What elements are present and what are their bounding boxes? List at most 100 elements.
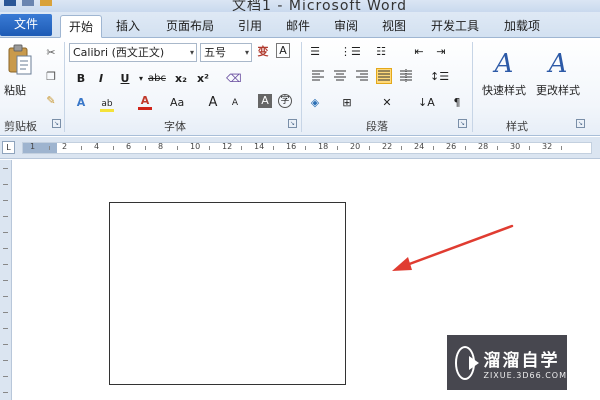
line-spacing-icon[interactable]: ↕☰ [430, 68, 449, 86]
increase-indent-icon[interactable]: ⇥ [434, 43, 448, 61]
styles-launcher-icon[interactable]: ↘ [576, 119, 585, 128]
decrease-indent-icon[interactable]: ⇤ [412, 43, 426, 61]
quick-styles-button[interactable]: A 快速样式 [476, 46, 532, 116]
font-name-value: Calibri (西文正文) [73, 46, 165, 59]
justify-icon[interactable] [376, 68, 392, 84]
ruler-tick [337, 146, 338, 150]
ruler-number: 18 [318, 142, 329, 151]
tab-references[interactable]: 引用 [230, 15, 270, 38]
horizontal-ruler-area: L 1 2 4 6 8 10 12 14 16 18 20 22 24 26 28 30 32 [0, 137, 600, 159]
bullets-icon[interactable]: ☰ [308, 43, 322, 61]
borders-icon[interactable]: ⊞ [340, 94, 354, 112]
tab-selector-icon[interactable]: L [2, 141, 15, 154]
ruler-tick [3, 200, 8, 201]
ruler-number: 30 [510, 142, 521, 151]
change-styles-label: 更改样式 [536, 84, 580, 97]
change-styles-button[interactable]: A 更改样式 [530, 46, 586, 116]
char-border-icon[interactable]: A [276, 43, 290, 58]
tab-page-layout[interactable]: 页面布局 [158, 15, 222, 38]
vertical-ruler[interactable] [0, 160, 12, 400]
word-icon[interactable] [4, 0, 16, 6]
paragraph-launcher-icon[interactable]: ↘ [458, 119, 467, 128]
clear-format-icon[interactable]: ⌫ [226, 70, 242, 88]
tab-insert[interactable]: 插入 [108, 15, 148, 38]
font-name-combo[interactable]: Calibri (西文正文) ▾ [69, 43, 197, 62]
group-divider [301, 42, 302, 132]
ruler-tick [305, 146, 306, 150]
subscript-button[interactable]: x₂ [174, 70, 188, 88]
ruler-tick [3, 376, 8, 377]
ruler-tick [113, 146, 114, 150]
watermark-brand: 溜溜自学 [483, 350, 560, 371]
font-size-combo[interactable]: 五号 ▾ [200, 43, 252, 62]
horizontal-ruler[interactable]: 1 2 4 6 8 10 12 14 16 18 20 22 24 26 28 30 32 [22, 142, 592, 154]
underline-button[interactable]: U [118, 70, 132, 88]
chevron-down-icon: ▾ [244, 48, 249, 57]
ruler-tick [81, 146, 82, 150]
align-right-icon[interactable] [354, 68, 370, 84]
tab-review[interactable]: 审阅 [326, 15, 366, 38]
multilevel-list-icon[interactable]: ☷ [374, 43, 388, 61]
ruler-tick [209, 146, 210, 150]
enclose-char-icon[interactable]: 字 [278, 94, 292, 108]
copy-icon[interactable]: ❐ [44, 70, 58, 84]
italic-button[interactable]: I [94, 70, 108, 88]
shrink-font-button[interactable]: A [228, 94, 242, 112]
bold-button[interactable]: B [74, 70, 88, 88]
quick-styles-icon: A [494, 49, 514, 79]
ruler-tick [465, 146, 466, 150]
tab-view[interactable]: 视图 [374, 15, 414, 38]
quick-access-toolbar [4, 0, 52, 6]
paste-button[interactable]: 粘贴 [4, 82, 26, 98]
align-left-icon[interactable] [310, 68, 326, 84]
ruler-number: 4 [94, 142, 100, 151]
phonetic-guide-icon[interactable]: 变 [256, 43, 270, 61]
ribbon-tabs: 文件 开始 插入 页面布局 引用 邮件 审阅 视图 开发工具 加载项 [0, 12, 600, 38]
distributed-icon[interactable] [398, 68, 414, 84]
ruler-number: 32 [542, 142, 553, 151]
ruler-tick [433, 146, 434, 150]
paste-icon[interactable] [6, 44, 34, 76]
ruler-tick [3, 248, 8, 249]
font-color-icon[interactable]: A [138, 94, 152, 110]
change-case-button[interactable]: Aa [170, 94, 184, 112]
ruler-tick [401, 146, 402, 150]
text-effects-icon[interactable]: A [74, 94, 88, 112]
ruler-number: 20 [350, 142, 361, 151]
styles-group-label: 样式 [506, 120, 528, 133]
tab-file[interactable]: 文件 [0, 14, 52, 36]
ruler-tick [49, 146, 50, 150]
rectangle-shape[interactable] [109, 202, 346, 385]
clipboard-launcher-icon[interactable]: ↘ [52, 119, 61, 128]
strikethrough-button[interactable]: abc [148, 70, 166, 88]
font-group-label: 字体 [164, 120, 186, 133]
tab-developer[interactable]: 开发工具 [424, 15, 486, 38]
format-painter-icon[interactable]: ✎ [44, 94, 58, 108]
title-bar: 文档1 - Microsoft Word [0, 0, 600, 12]
ruler-tick [497, 146, 498, 150]
tab-home[interactable]: 开始 [60, 15, 102, 38]
tab-addins[interactable]: 加载项 [496, 15, 548, 38]
ruler-tick [3, 312, 8, 313]
sort-icon[interactable]: ↓A [418, 94, 435, 112]
char-shading-icon[interactable]: A [258, 94, 272, 108]
show-marks-icon[interactable]: ¶ [450, 94, 464, 112]
cut-icon[interactable]: ✂ [44, 46, 58, 60]
align-center-icon[interactable] [332, 68, 348, 84]
ruler-tick [3, 264, 8, 265]
chinese-layout-icon[interactable]: ✕ [380, 94, 394, 112]
save-icon[interactable] [22, 0, 34, 6]
shading-icon[interactable]: ◈ [308, 94, 322, 112]
superscript-button[interactable]: x² [196, 70, 210, 88]
ruler-tick [3, 184, 8, 185]
tab-mailings[interactable]: 邮件 [278, 15, 318, 38]
grow-font-button[interactable]: A [206, 94, 220, 112]
font-launcher-icon[interactable]: ↘ [288, 119, 297, 128]
undo-icon[interactable] [40, 0, 52, 6]
chevron-down-icon[interactable]: ▾ [134, 70, 148, 88]
highlight-icon[interactable]: ab [100, 94, 114, 112]
numbering-icon[interactable]: ⋮☰ [340, 43, 361, 61]
watermark-url: ZIXUE.3D66.COM [483, 370, 567, 380]
clipboard-group-label: 剪贴板 [4, 120, 37, 133]
ruler-tick [3, 216, 8, 217]
